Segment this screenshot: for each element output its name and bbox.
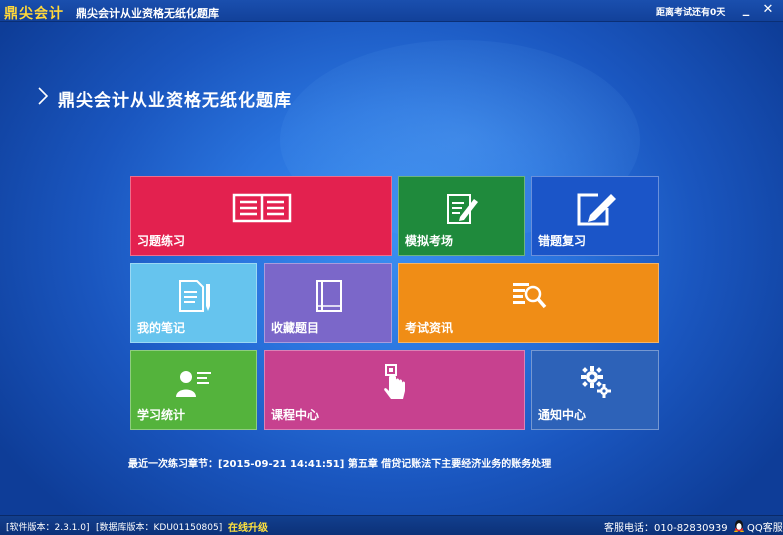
gears-icon <box>581 366 611 398</box>
status-bar: [软件版本：2.3.1.0] [数据库版本：KDU01150805] 在线升级 … <box>0 515 783 535</box>
tile-mock-exam-label: 模拟考场 <box>405 234 454 248</box>
support-phone: 客服电话：010-82830939 <box>604 523 728 534</box>
book-icon <box>316 280 342 312</box>
tile-study-stats[interactable]: 学习统计 <box>130 350 257 430</box>
window-title: 鼎尖会计从业资格无纸化题库 <box>76 7 219 20</box>
tile-my-notes-label: 我的笔记 <box>137 321 186 335</box>
tile-favorites-label: 收藏题目 <box>271 321 320 335</box>
exam-countdown: 距离考试还有0天 <box>656 8 726 18</box>
tile-practice[interactable]: 习题练习 <box>130 176 392 256</box>
exam-paper-pen-icon <box>447 194 478 224</box>
tile-course-center-label: 课程中心 <box>271 408 320 422</box>
tile-course-center[interactable]: 课程中心 <box>264 350 525 430</box>
tile-exam-news-label: 考试资讯 <box>405 321 454 335</box>
app-window: 鼎尖会计 鼎尖会计从业资格无纸化题库 距离考试还有0天 _ ✕ 鼎尖会计从业资格… <box>0 0 783 535</box>
recent-practice-info: 最近一次练习章节：[2015-09-21 14:41:51] 第五章 借贷记账法… <box>128 459 552 470</box>
tile-notice-center-label: 通知中心 <box>538 408 587 422</box>
tile-notice-center[interactable]: 通知中心 <box>531 350 659 430</box>
close-button[interactable]: ✕ <box>760 2 776 18</box>
presenter-icon <box>176 371 211 397</box>
open-book-icon <box>232 193 292 223</box>
touch-hand-icon <box>384 364 405 399</box>
qq-penguin-icon <box>734 520 744 532</box>
chevron-right-icon <box>38 87 48 105</box>
tile-wrong-review[interactable]: 错题复习 <box>531 176 659 256</box>
tile-favorites[interactable]: 收藏题目 <box>264 263 392 343</box>
tile-wrong-review-label: 错题复习 <box>538 234 587 248</box>
page-title: 鼎尖会计从业资格无纸化题库 <box>58 91 292 111</box>
search-list-icon <box>513 283 547 309</box>
tile-exam-news[interactable]: 考试资讯 <box>398 263 659 343</box>
brand-logo: 鼎尖会计 <box>4 6 64 22</box>
minimize-button[interactable]: _ <box>738 2 754 18</box>
online-upgrade-link[interactable]: 在线升级 <box>228 519 268 534</box>
title-bar: 鼎尖会计 鼎尖会计从业资格无纸化题库 距离考试还有0天 _ ✕ <box>0 0 783 22</box>
tile-practice-label: 习题练习 <box>137 234 186 248</box>
qq-support-link[interactable]: QQ客服 <box>747 519 783 534</box>
tile-my-notes[interactable]: 我的笔记 <box>130 263 257 343</box>
software-version: [软件版本：2.3.1.0] <box>6 523 90 533</box>
notebook-pen-icon <box>179 280 210 312</box>
tile-mock-exam[interactable]: 模拟考场 <box>398 176 525 256</box>
tile-study-stats-label: 学习统计 <box>137 408 186 422</box>
database-version: [数据库版本：KDU01150805] <box>96 523 223 533</box>
edit-icon <box>577 193 616 226</box>
